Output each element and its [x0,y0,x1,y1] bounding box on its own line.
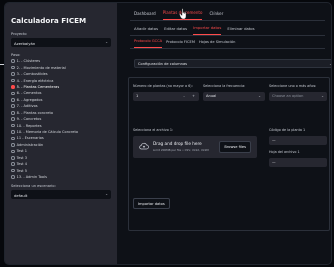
sub-tabs: Añadir datos Editar datos Importar datos El… [130,23,325,36]
num-plants-label: Número de plantas (no mayor a 6): [133,84,193,88]
step-label-text: 1. - Clústeres [16,59,41,64]
step-label-text: 3. - Combustibles [16,72,48,77]
hand-pointer-icon [179,8,187,20]
step-label-text: Test 1 [16,149,27,154]
radio-dot-icon [11,91,15,96]
decrement-button[interactable]: – [183,94,185,98]
cloud-upload-icon [139,142,149,150]
radio-dot-icon [11,123,15,128]
radio-dot-icon [11,65,15,70]
protocol-tab-0[interactable]: Protocolo GCCA [134,39,163,48]
radio-dot-icon [11,98,15,102]
radio-dot-icon [11,155,15,160]
radio-dot-icon [11,149,15,154]
radio-dot-icon [11,162,15,167]
radio-dot-icon [11,104,15,109]
radio-dot-icon [11,136,15,141]
step-label: Paso: [11,53,21,57]
import-data-button[interactable]: Importar datos [133,198,170,209]
step-label-text: 5. - Plantas Cementeras [16,84,60,89]
radio-dot-icon [11,117,15,121]
radio-dot-icon [11,110,15,115]
plant-code-value: — [272,138,276,143]
app-window: Calculadora FICEM Proyecto Azerbaiyán ⌄ … [4,2,332,265]
step-label-text: 8. - Plantas concreto [16,110,54,115]
file-label: Selecciona el archivo 1: [133,128,174,132]
step-label-text: 6. - Cementos [16,91,42,96]
step-label-text: Test 4 [16,162,27,167]
step-radio-item[interactable]: 13. - Admin Tools [11,174,111,180]
chevron-down-icon: ⌄ [321,94,324,98]
subtab-2[interactable]: Importar datos [193,25,222,35]
step-label-text: 6. - Agregados [16,97,43,102]
radio-dot-icon [11,85,15,89]
sheet-label: Hoja del archivo 1 [269,150,300,154]
chevron-down-icon: ⌄ [258,94,261,98]
step-label-text: 10. - Reportes [16,123,42,128]
sheet-select[interactable]: — [269,158,327,167]
step-label-text: Test 3 [16,155,27,160]
import-panel: Número de plantas (no mayor a 6): 1 – + … [128,77,330,231]
project-label: Proyecto [11,32,27,36]
step-label-text: 10. - Memoria de Cálculo Concreto [16,130,79,135]
years-label: Seleccione uno o más años: [269,84,317,88]
step-label-text: 4. - Energía eléctrica [16,78,54,83]
years-placeholder: Choose an option [272,94,304,99]
scenario-select[interactable]: default ⌄ [11,190,111,200]
step-label-text: 7. - Aditivos [16,104,38,109]
plant-code-label: Código de la planta 1 [269,128,306,132]
radio-dot-icon [11,72,15,76]
step-label-text: 9. - Concretos [16,117,42,122]
radio-dot-icon [11,168,15,173]
step-label-text: 11 - Escenarios [16,136,44,141]
upload-title: Drag and drop file here [153,141,202,146]
expander-label: Configuración de columnas [138,62,188,67]
protocol-tab-2[interactable]: Hojas de Simulación [199,40,235,48]
tab-2[interactable]: Clínker [209,11,223,20]
sidebar: Calculadora FICEM Proyecto Azerbaiyán ⌄ … [5,3,117,264]
radio-dot-icon [11,59,15,64]
frequency-select[interactable]: Anual ⌄ [203,92,265,101]
step-radio-group[interactable]: 1. - Clústeres 2. - Movimiento de materia… [11,58,111,180]
protocol-tab-1[interactable]: Protocolo FICEM [166,40,195,48]
num-plants-input[interactable]: 1 – + [133,92,199,101]
chevron-down-icon: ⌄ [105,40,108,44]
protocol-tabs: Protocolo GCCA Protocolo FICEM Hojas de Si… [130,37,325,49]
project-value: Azerbaiyán [14,40,36,46]
subtab-3[interactable]: Eliminar datos [227,26,254,35]
chevron-down-icon: ⌄ [105,192,108,197]
app-title: Calculadora FICEM [11,16,87,25]
screenshot-frame: Calculadora FICEM Proyecto Azerbaiyán ⌄ … [0,0,334,267]
radio-dot-icon [11,78,15,83]
frequency-value: Anual [206,94,217,99]
tab-0[interactable]: Dashboard [134,11,156,20]
radio-dot-icon [11,175,15,179]
subtab-1[interactable]: Editar datos [164,26,187,35]
radio-dot-icon [11,130,15,134]
step-label-text: 2. - Movimiento de material [16,65,66,70]
num-plants-value: 1 [136,94,139,99]
step-label-text: Test 5 [16,168,27,173]
years-multiselect[interactable]: Choose an option ⌄ [269,92,327,101]
scenario-label: Selecciona un escenario: [11,184,56,189]
columns-config-expander[interactable]: Configuración de columnas ⌄ [134,59,332,68]
frequency-label: Selecciona la frecuencia: [203,84,246,88]
step-label-text: 13. - Admin Tools [16,175,47,180]
scenario-value: default [14,192,28,198]
upload-limits: Limit 200MB per file • CSV, XLSX, XLSM [153,148,209,152]
project-select[interactable]: Azerbaiyán ⌄ [11,38,111,47]
increment-button[interactable]: + [192,94,195,98]
chevron-down-icon: ⌄ [329,62,332,66]
sheet-value: — [272,160,276,165]
plant-code-input[interactable]: — [269,136,327,145]
radio-dot-icon [11,143,15,147]
top-tabs: Dashboard Plantas de cemento Clínker [130,3,325,21]
step-label-text: Administración [16,142,44,147]
browse-files-button[interactable]: Browse files [219,141,251,153]
subtab-0[interactable]: Añadir datos [134,26,158,35]
file-dropzone[interactable]: Drag and drop file here Limit 200MB per … [133,136,257,158]
